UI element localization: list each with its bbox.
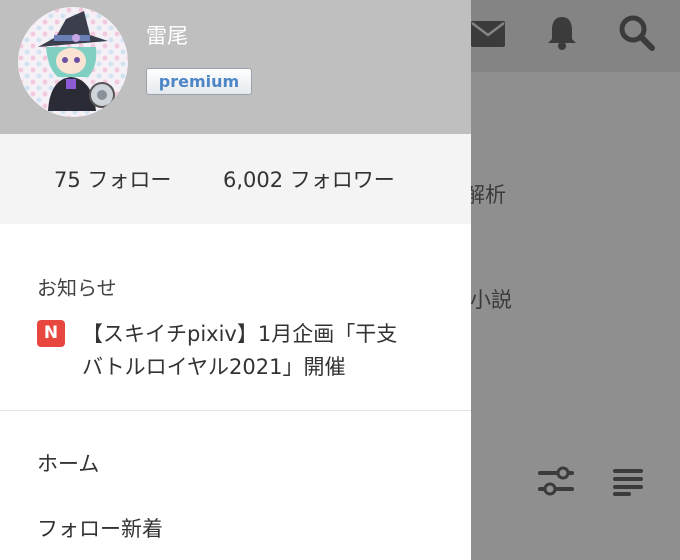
search-icon[interactable]	[618, 14, 656, 52]
username: 雷尾	[146, 24, 188, 48]
divider	[0, 410, 471, 411]
follow-stats-bar: 75 フォロー 6,002 フォロワー	[0, 134, 471, 224]
following-count[interactable]: 75 フォロー	[54, 164, 171, 194]
notice-line-2: バトルロイヤル2021」開催	[82, 355, 346, 379]
menu-item-home[interactable]: ホーム	[37, 448, 99, 478]
list-icon[interactable]	[612, 466, 644, 496]
menu-item-follow-new[interactable]: フォロー新着	[37, 513, 163, 543]
notices-section-title: お知らせ	[37, 276, 117, 300]
notice-line-1: 【スキイチpixiv】1月企画「干支	[82, 322, 398, 346]
navigation-drawer: 雷尾 premium 75 フォロー 6,002 フォロワー お知らせ N 【ス…	[0, 0, 471, 560]
premium-badge: premium	[146, 68, 252, 95]
bell-icon[interactable]	[545, 15, 579, 51]
followers-count[interactable]: 6,002 フォロワー	[223, 164, 395, 194]
filter-icon[interactable]	[538, 464, 574, 498]
background-novel-text: 小説	[470, 288, 512, 312]
notice-item[interactable]: 【スキイチpixiv】1月企画「干支 バトルロイヤル2021」開催	[82, 318, 442, 384]
avatar[interactable]	[18, 7, 128, 117]
drawer-profile-header: 雷尾 premium	[0, 0, 471, 134]
new-badge: N	[37, 320, 65, 347]
mail-icon[interactable]	[470, 20, 506, 48]
